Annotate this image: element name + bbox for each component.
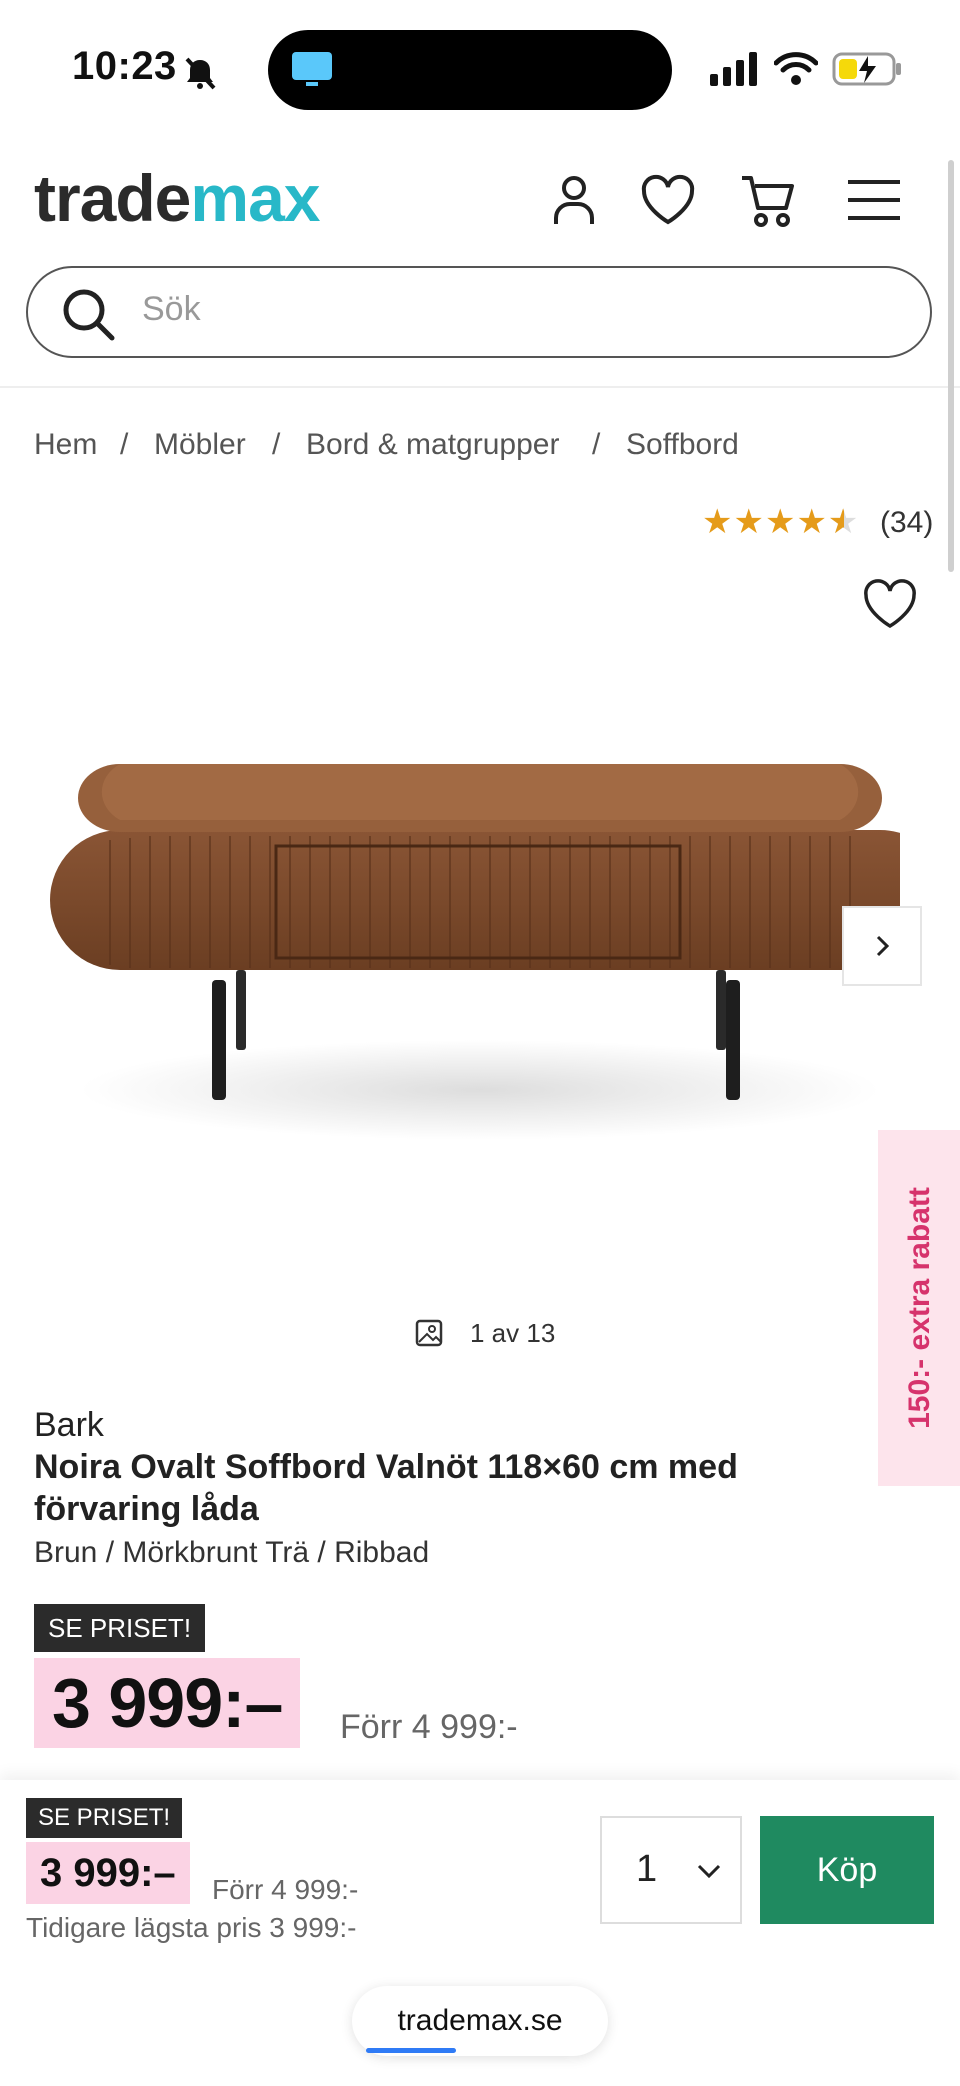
chevron-down-icon [697,1864,721,1879]
battery-charging-icon [832,52,901,86]
breadcrumb-separator: / [120,428,129,461]
previous-price: Förr 4 999:- [340,1708,518,1746]
trademax-logo[interactable]: trademax [34,160,321,236]
sticky-price: 3 999:– [26,1842,190,1904]
lowest-price-note: Tidigare lägsta pris 3 999:- [26,1912,357,1943]
search-icon [63,289,115,341]
breadcrumb-separator: / [272,428,281,461]
quantity-value: 1 [636,1848,658,1890]
breadcrumb-separator: / [592,428,601,461]
breadcrumb-item-mobler[interactable]: Möbler [154,428,246,462]
header-divider [0,386,960,388]
buy-button[interactable]: Köp [760,1816,934,1924]
wifi-icon [774,52,818,85]
account-icon[interactable] [544,170,604,230]
wishlist-heart-icon[interactable] [638,170,698,230]
product-brand[interactable]: Bark [34,1406,104,1445]
product-image-coffee-table[interactable] [40,740,900,1160]
price-badge: SE PRISET! [34,1604,206,1652]
breadcrumb-item-bord[interactable]: Bord & matgrupper [306,428,559,462]
cellular-signal-icon [710,52,757,86]
rating-count[interactable]: (34) [880,506,933,540]
page-scrollbar[interactable] [948,160,954,572]
breadcrumb-item-soffbord[interactable]: Soffbord [626,428,739,462]
breadcrumb-item-hem[interactable]: Hem [34,428,97,462]
extra-discount-label: 150:- extra rabatt [903,1187,936,1429]
image-gallery-icon [415,1319,443,1347]
gallery-next-button[interactable] [842,906,922,986]
screen-mirror-icon [292,52,332,86]
chevron-right-icon [876,935,890,957]
sticky-price-badge: SE PRISET! [26,1798,183,1838]
silent-bell-icon [185,57,216,90]
product-variant: Brun / Mörkbrunt Trä / Ribbad [34,1536,430,1569]
add-to-wishlist-heart-icon[interactable] [862,578,918,630]
gallery-counter: 1 av 13 [470,1318,556,1348]
page-load-progress [366,2048,456,2053]
menu-hamburger-icon[interactable] [844,170,904,230]
sticky-previous-price: Förr 4 999:- [212,1874,359,1905]
browser-url-bar[interactable]: trademax.se [352,1986,608,2056]
status-time: 10:23 [72,44,177,88]
search-placeholder: Sök [142,290,201,328]
rating-stars[interactable]: ★★★★★★ [702,502,859,542]
cart-icon[interactable] [738,170,798,230]
product-title: Noira Ovalt Soffbord Valnöt 118×60 cm me… [34,1448,738,1528]
product-price: 3 999:– [34,1658,301,1748]
